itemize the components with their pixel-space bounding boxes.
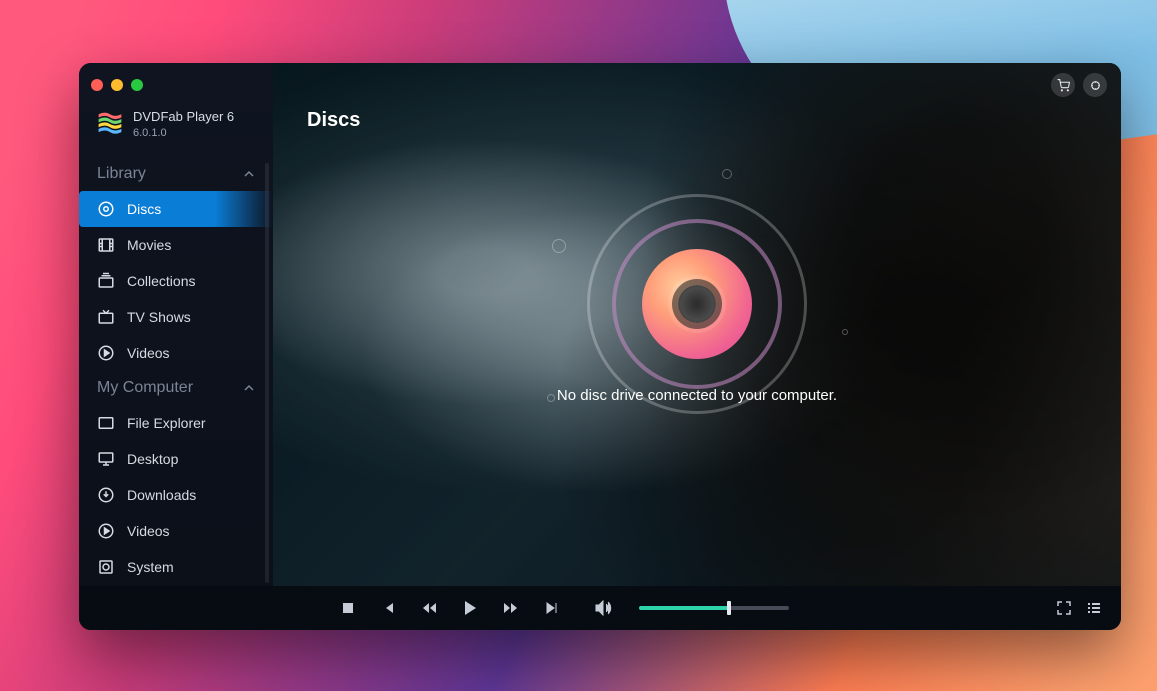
nav-label: Videos bbox=[127, 523, 170, 539]
chevron-up-icon bbox=[243, 382, 255, 394]
app-window: DVDFab Player 6 6.0.1.0 Library Discs Mo… bbox=[79, 63, 1121, 630]
disc-icon bbox=[97, 200, 115, 218]
sidebar-scrollbar[interactable] bbox=[265, 163, 269, 583]
movie-icon bbox=[97, 236, 115, 254]
fullscreen-button[interactable] bbox=[1057, 601, 1071, 615]
top-right-controls bbox=[1051, 73, 1107, 97]
nav-label: Downloads bbox=[127, 487, 196, 503]
skip-forward-icon bbox=[545, 601, 559, 615]
sidebar-item-discs[interactable]: Discs bbox=[79, 191, 273, 227]
folder-icon bbox=[97, 414, 115, 432]
download-icon bbox=[97, 486, 115, 504]
sidebar-item-videos-2[interactable]: Videos bbox=[79, 513, 273, 549]
sidebar-item-downloads[interactable]: Downloads bbox=[79, 477, 273, 513]
nav-label: File Explorer bbox=[127, 415, 206, 431]
cart-button[interactable] bbox=[1051, 73, 1075, 97]
window-controls bbox=[91, 79, 143, 91]
volume-button[interactable] bbox=[595, 600, 613, 616]
video-icon bbox=[97, 344, 115, 362]
fullscreen-icon bbox=[1057, 601, 1071, 615]
tv-icon bbox=[97, 308, 115, 326]
playlist-button[interactable] bbox=[1087, 601, 1101, 615]
sidebar-item-tv-shows[interactable]: TV Shows bbox=[79, 299, 273, 335]
sidebar: DVDFab Player 6 6.0.1.0 Library Discs Mo… bbox=[79, 63, 273, 630]
play-button[interactable] bbox=[463, 600, 477, 616]
prev-track-button[interactable] bbox=[381, 601, 395, 615]
skip-back-icon bbox=[381, 601, 395, 615]
titlebar bbox=[79, 73, 1121, 97]
settings-button[interactable] bbox=[1083, 73, 1107, 97]
section-label: Library bbox=[97, 165, 146, 183]
nav-label: TV Shows bbox=[127, 309, 191, 325]
sidebar-item-file-explorer[interactable]: File Explorer bbox=[79, 405, 273, 441]
chevron-up-icon bbox=[243, 168, 255, 180]
app-brand: DVDFab Player 6 6.0.1.0 bbox=[79, 103, 273, 157]
nav-label: Videos bbox=[127, 345, 170, 361]
volume-thumb[interactable] bbox=[727, 601, 731, 615]
sidebar-item-system[interactable]: System bbox=[79, 549, 273, 585]
nav-label: Movies bbox=[127, 237, 171, 253]
main-content: Discs No disc drive connected to your co… bbox=[273, 63, 1121, 586]
player-bar bbox=[79, 586, 1121, 630]
sidebar-section-my-computer[interactable]: My Computer bbox=[79, 371, 273, 405]
app-logo-icon bbox=[97, 111, 123, 137]
collections-icon bbox=[97, 272, 115, 290]
sidebar-item-desktop[interactable]: Desktop bbox=[79, 441, 273, 477]
rewind-button[interactable] bbox=[421, 601, 437, 615]
close-window-button[interactable] bbox=[91, 79, 103, 91]
app-title: DVDFab Player 6 bbox=[133, 109, 234, 124]
sidebar-item-movies[interactable]: Movies bbox=[79, 227, 273, 263]
disc-graphic bbox=[587, 194, 807, 414]
sidebar-item-videos[interactable]: Videos bbox=[79, 335, 273, 371]
volume-slider[interactable] bbox=[639, 606, 789, 610]
app-version: 6.0.1.0 bbox=[133, 127, 234, 139]
zoom-window-button[interactable] bbox=[131, 79, 143, 91]
particle bbox=[722, 169, 732, 179]
particle bbox=[842, 329, 848, 335]
desktop-icon bbox=[97, 450, 115, 468]
next-track-button[interactable] bbox=[545, 601, 559, 615]
system-icon bbox=[97, 558, 115, 576]
sidebar-item-collections[interactable]: Collections bbox=[79, 263, 273, 299]
nav-label: Desktop bbox=[127, 451, 178, 467]
stop-icon bbox=[341, 601, 355, 615]
section-label: My Computer bbox=[97, 379, 193, 397]
status-message: No disc drive connected to your computer… bbox=[557, 387, 837, 404]
nav-label: System bbox=[127, 559, 174, 575]
sidebar-section-library[interactable]: Library bbox=[79, 157, 273, 191]
nav-label: Collections bbox=[127, 273, 195, 289]
particle bbox=[547, 394, 555, 402]
cart-icon bbox=[1057, 79, 1070, 92]
fast-forward-icon bbox=[503, 601, 519, 615]
minimize-window-button[interactable] bbox=[111, 79, 123, 91]
play-icon bbox=[463, 600, 477, 616]
list-icon bbox=[1087, 601, 1101, 615]
nav-label: Discs bbox=[127, 201, 161, 217]
gear-icon bbox=[1089, 79, 1102, 92]
stop-button[interactable] bbox=[341, 601, 355, 615]
page-title: Discs bbox=[307, 109, 360, 132]
fast-forward-button[interactable] bbox=[503, 601, 519, 615]
rewind-icon bbox=[421, 601, 437, 615]
video-icon bbox=[97, 522, 115, 540]
particle bbox=[552, 239, 566, 253]
volume-icon bbox=[595, 600, 613, 616]
